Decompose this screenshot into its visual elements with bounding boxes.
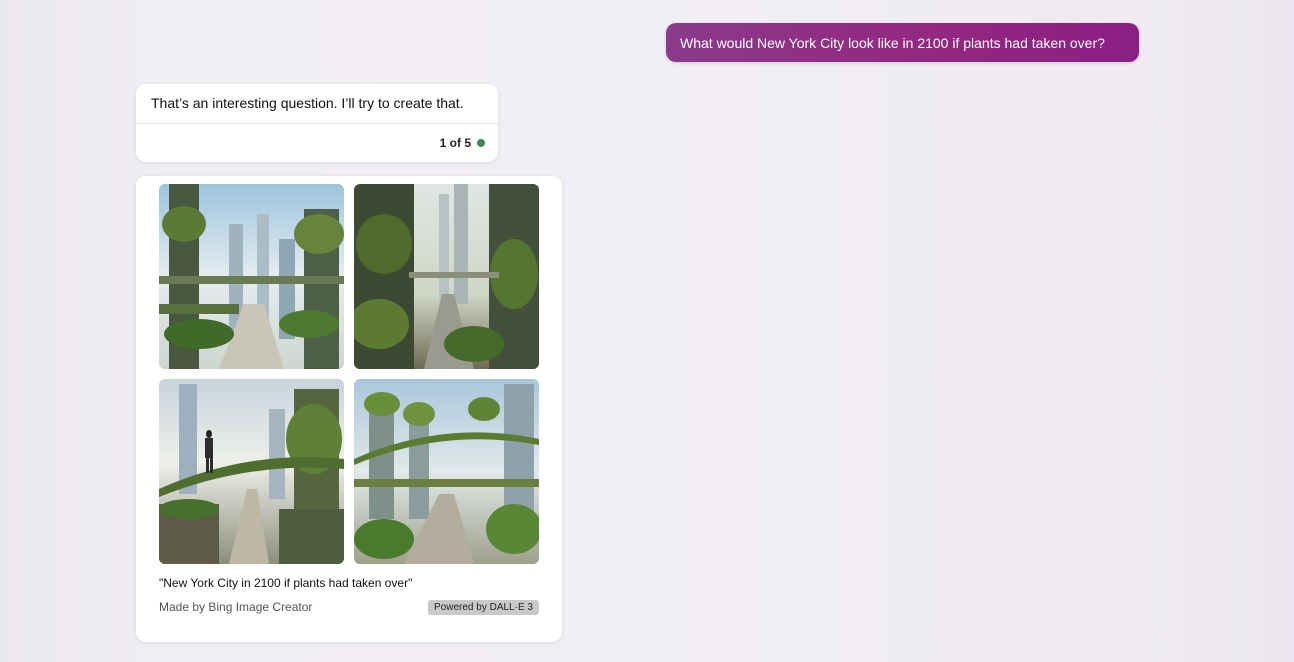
user-message-text: What would New York City look like in 21… bbox=[680, 34, 1105, 51]
divider bbox=[136, 123, 498, 124]
pager-label: 1 of 5 bbox=[439, 136, 471, 150]
response-pager[interactable]: 1 of 5 bbox=[440, 136, 485, 150]
bot-message-card: That’s an interesting question. I’ll try… bbox=[136, 84, 498, 162]
powered-by-badge: Powered by DALL·E 3 bbox=[428, 600, 539, 615]
generated-image-3[interactable] bbox=[159, 379, 344, 564]
status-dot-icon bbox=[477, 139, 485, 147]
generated-image-2[interactable] bbox=[354, 184, 539, 369]
bot-message-text: That’s an interesting question. I’ll try… bbox=[151, 95, 464, 111]
generated-image-1[interactable] bbox=[159, 184, 344, 369]
image-caption: "New York City in 2100 if plants had tak… bbox=[159, 576, 413, 590]
made-by-label[interactable]: Made by Bing Image Creator bbox=[159, 600, 312, 614]
image-result-card: "New York City in 2100 if plants had tak… bbox=[136, 176, 562, 642]
generated-image-4[interactable] bbox=[354, 379, 539, 564]
user-message-bubble: What would New York City look like in 21… bbox=[666, 23, 1139, 62]
